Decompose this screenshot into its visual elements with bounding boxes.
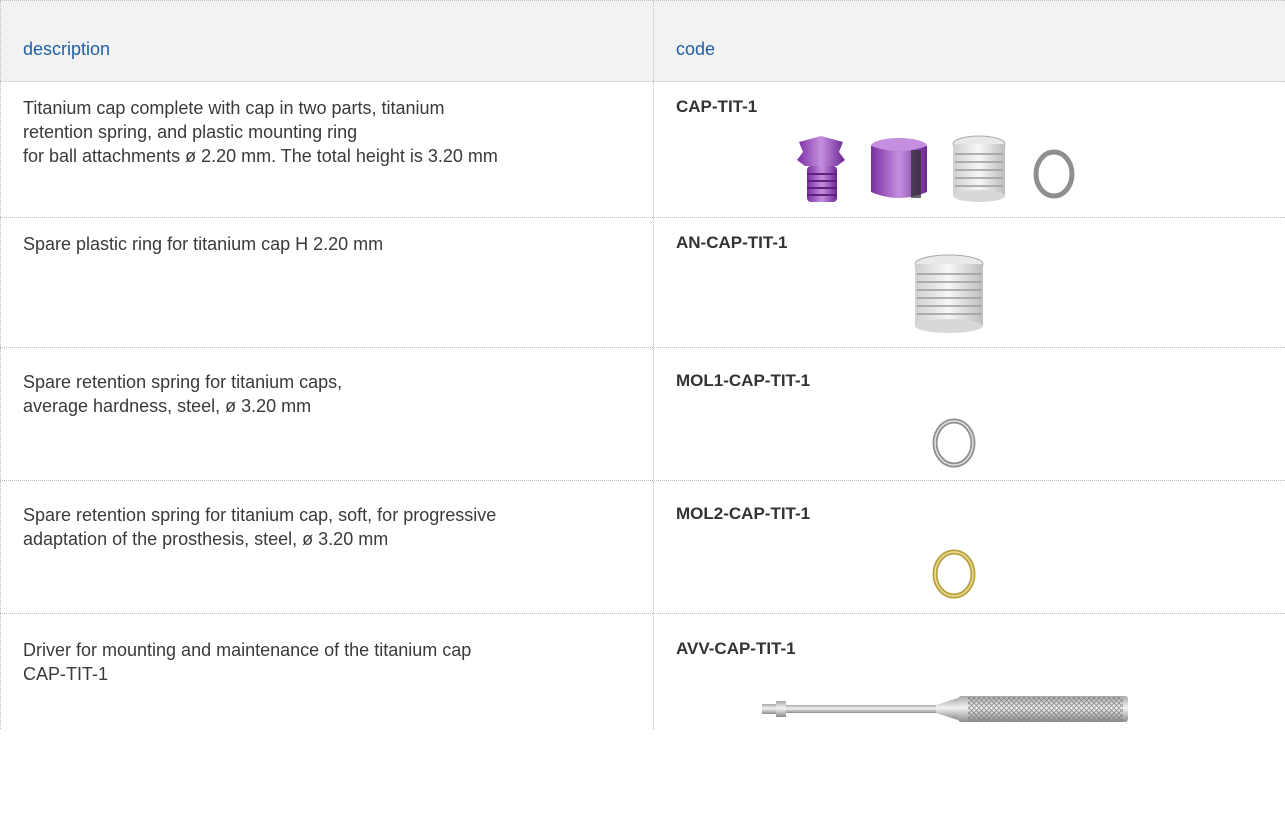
code-cell: MOL2-CAP-TIT-1 xyxy=(654,481,1285,613)
steel-spring-image xyxy=(932,418,976,468)
product-code: MOL2-CAP-TIT-1 xyxy=(676,504,811,523)
description-line: Spare retention spring for titanium caps… xyxy=(23,372,343,392)
product-code: AVV-CAP-TIT-1 xyxy=(676,639,796,658)
table-row: Spare plastic ring for titanium cap H 2.… xyxy=(0,218,1285,348)
product-table: description code Titanium cap complete w… xyxy=(0,0,1285,729)
description-cell: Spare retention spring for titanium caps… xyxy=(0,348,654,480)
product-code: AN-CAP-TIT-1 xyxy=(676,233,788,252)
description-cell: Driver for mounting and maintenance of t… xyxy=(0,614,654,729)
titanium-cap-set-image xyxy=(797,135,1075,202)
driver-tool-image xyxy=(762,696,1128,722)
description-cell: Spare plastic ring for titanium cap H 2.… xyxy=(0,218,654,347)
description-line: Titanium cap complete with cap in two pa… xyxy=(23,98,445,118)
column-header-description: description xyxy=(0,1,654,81)
description-line: for ball attachments ø 2.20 mm. The tota… xyxy=(23,146,498,166)
table-row: Titanium cap complete with cap in two pa… xyxy=(0,82,1285,218)
product-code: MOL1-CAP-TIT-1 xyxy=(676,371,811,390)
description-line: adaptation of the prosthesis, steel, ø 3… xyxy=(23,529,389,549)
code-cell: CAP-TIT-1 xyxy=(654,82,1285,217)
soft-spring-image xyxy=(932,549,976,599)
description-line: Spare retention spring for titanium cap,… xyxy=(23,505,497,525)
description-line: average hardness, steel, ø 3.20 mm xyxy=(23,396,312,416)
column-header-code: code xyxy=(676,39,716,59)
description-line: Driver for mounting and maintenance of t… xyxy=(23,640,472,660)
description-line: retention spring, and plastic mounting r… xyxy=(23,122,358,142)
cap-sleeve-part xyxy=(871,138,927,198)
code-cell: AVV-CAP-TIT-1 xyxy=(654,614,1285,729)
plastic-ring-image xyxy=(914,254,984,333)
table-row: Spare retention spring for titanium cap,… xyxy=(0,481,1285,614)
plastic-ring-part xyxy=(952,135,1006,202)
product-code: CAP-TIT-1 xyxy=(676,97,758,116)
cap-top-part xyxy=(797,136,845,202)
table-row: Spare retention spring for titanium caps… xyxy=(0,348,1285,481)
code-cell: MOL1-CAP-TIT-1 xyxy=(654,348,1285,480)
description-cell: Titanium cap complete with cap in two pa… xyxy=(0,82,654,217)
description-line: Spare plastic ring for titanium cap H 2.… xyxy=(23,234,384,254)
code-cell: AN-CAP-TIT-1 xyxy=(654,218,1285,347)
table-header-row: description code xyxy=(0,0,1285,82)
table-row: Driver for mounting and maintenance of t… xyxy=(0,614,1285,729)
retention-spring-part xyxy=(1033,149,1075,199)
description-cell: Spare retention spring for titanium cap,… xyxy=(0,481,654,613)
description-line: CAP-TIT-1 xyxy=(23,664,109,684)
